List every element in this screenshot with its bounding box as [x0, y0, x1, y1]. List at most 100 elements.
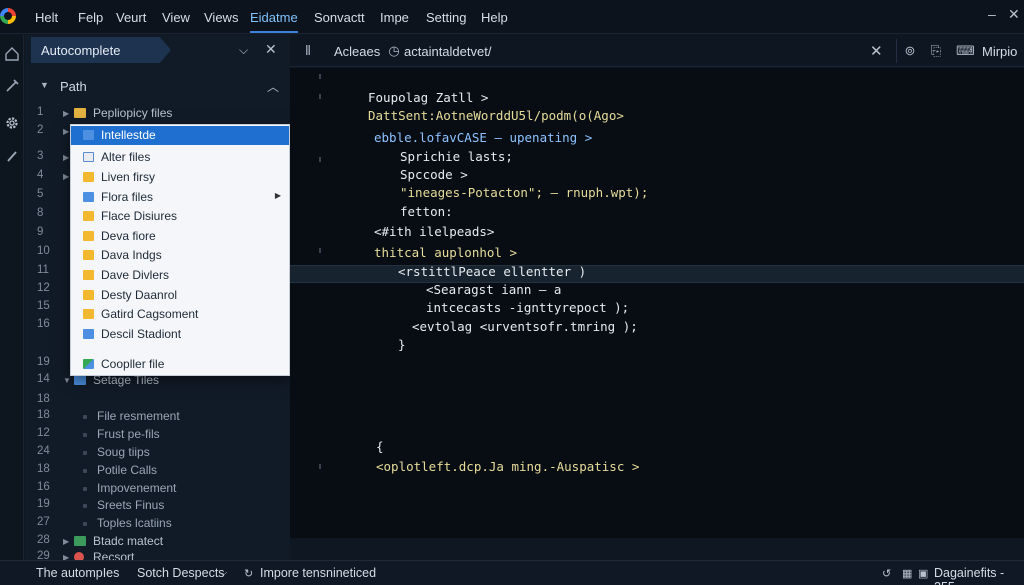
fold-mark — [319, 248, 321, 253]
close-window-icon[interactable]: ✕ — [1008, 6, 1020, 23]
menu-bar: Helt Felp Veurt View Views Eidatme Sonva… — [0, 0, 1024, 34]
fold-mark — [319, 94, 321, 99]
undo-icon[interactable]: ↺ — [882, 567, 894, 580]
dropdown-item-label: Flace Disiures — [101, 209, 178, 223]
editor-tab-bar: ⦀ Acleaes ◷ actaintaldetvet/ ✕ ⊚ ⎘ ⌨ Mir… — [290, 35, 1024, 67]
copy-icon[interactable]: ⎘ — [928, 43, 944, 59]
line-number: 8 — [37, 207, 44, 219]
tab-acleaes[interactable]: Acleaes — [334, 44, 380, 59]
dropdown-item[interactable]: Coopller file — [71, 355, 289, 374]
tree-label: Soug tiips — [97, 445, 150, 459]
line-number: 18 — [37, 409, 50, 421]
gear-icon[interactable] — [3, 114, 21, 132]
submenu-arrow-icon: ▶ — [274, 191, 281, 200]
folder-icon — [74, 375, 86, 385]
menu-eidatme[interactable]: Eidatme — [250, 10, 298, 33]
sync-icon: ↻ — [244, 568, 254, 580]
code-line: } — [398, 337, 406, 352]
tree-row[interactable]: 18 File resmement — [25, 409, 290, 426]
tree-row[interactable]: 27 Toples lcatiins — [25, 516, 290, 533]
path-section-header[interactable]: ▼ Path ︿ — [40, 77, 285, 97]
code-line: intcecasts -ignttyrepoct ); — [426, 300, 630, 315]
tree-row[interactable]: 18 Potile Calls — [25, 463, 290, 480]
tree-row[interactable]: 24 Soug tiips — [25, 445, 290, 462]
tree-label: Impovenement — [97, 481, 177, 495]
line-number: 18 — [37, 463, 50, 475]
line-number: 5 — [37, 188, 44, 200]
line-number: 11 — [37, 264, 49, 276]
clock-icon: ◷ — [388, 43, 400, 58]
settings-icon[interactable]: ⊚ — [902, 43, 918, 59]
brush-icon[interactable] — [3, 147, 21, 165]
line-number: 27 — [37, 516, 50, 528]
line-number: 3 — [37, 150, 44, 162]
line-number: 19 — [37, 356, 50, 368]
status-despects[interactable]: Sotch Despects — [137, 566, 225, 580]
autocomplete-dropdown: Intellestde Alter files Liven firsy Flor… — [70, 124, 290, 376]
pen-icon[interactable] — [3, 77, 21, 95]
dropdown-item[interactable]: Alter files — [71, 148, 289, 167]
dropdown-item-label: Desty Daanrol — [101, 288, 178, 302]
tree-label: Toples lcatiins — [97, 516, 172, 530]
caret-right-icon: ▶ — [63, 109, 70, 118]
minimize-icon[interactable]: – — [988, 6, 996, 22]
line-number: 1 — [37, 106, 44, 118]
status-autocomplete[interactable]: The autompIes — [36, 566, 119, 580]
dropdown-item[interactable]: Flace Disiures — [71, 207, 289, 226]
menu-sonvactt[interactable]: Sonvactt — [314, 10, 365, 25]
menu-felp[interactable]: Felp — [78, 10, 103, 25]
line-number: 28 — [37, 534, 50, 546]
close-icon[interactable]: ✕ — [265, 41, 277, 58]
tree-row[interactable]: 18 — [25, 393, 290, 410]
menu-help[interactable]: Help — [481, 10, 508, 25]
dropdown-item[interactable]: Dava Indgs — [71, 246, 289, 265]
dropdown-item-label: Deva fiore — [101, 229, 156, 243]
mirpio-label[interactable]: Mirpio — [982, 44, 1017, 59]
menu-veurt[interactable]: Veurt — [116, 10, 146, 25]
image-icon[interactable]: ▣ — [918, 567, 930, 580]
dropdown-item[interactable]: Intellestde — [71, 126, 289, 145]
menu-view[interactable]: View — [162, 10, 190, 25]
grid-icon[interactable]: ▦ — [902, 567, 914, 580]
dropdown-item[interactable]: Liven firsy — [71, 168, 289, 187]
chevron-down-icon[interactable]: ⌵ — [239, 43, 248, 58]
chevron-up-icon[interactable]: ︿ — [267, 78, 279, 95]
grip-icon: ⦀ — [305, 43, 311, 58]
dropdown-item-label: Dava Indgs — [101, 248, 162, 262]
chevron-down-icon[interactable]: ⌵ — [219, 567, 231, 579]
menu-setting[interactable]: Setting — [426, 10, 466, 25]
line-number: 4 — [37, 169, 44, 181]
keyboard-icon[interactable]: ⌨ — [956, 43, 975, 59]
dropdown-item[interactable]: Deva fiore — [71, 227, 289, 246]
fold-mark — [319, 74, 321, 79]
line-number: 19 — [37, 498, 50, 510]
folder-icon — [83, 172, 94, 182]
tab-path[interactable]: actaintaldetvet/ — [404, 44, 491, 59]
dropdown-item-label: Liven firsy — [101, 170, 156, 184]
menu-views[interactable]: Views — [204, 10, 238, 25]
tree-row[interactable]: 12 Frust pe-fils — [25, 427, 290, 444]
status-right: Dagainefits - 255 — [934, 566, 1005, 585]
tree-row[interactable]: 1 ▶ Pepliopicy files — [25, 106, 290, 123]
folder-icon — [83, 270, 94, 280]
autocomplete-tab[interactable]: Autocomplete — [31, 37, 171, 63]
dropdown-item[interactable]: Flora files ▶ — [71, 188, 289, 207]
tree-row[interactable]: 19 Sreets Finus — [25, 498, 290, 515]
code-editor[interactable]: Foupolag Zatll > DattSent:AotneWorddU5l/… — [290, 68, 1024, 538]
tree-row[interactable]: 28 ▶ Btadc matect — [25, 534, 290, 551]
compiler-file-icon — [83, 359, 94, 369]
dropdown-item[interactable]: Dave Divlers — [71, 266, 289, 285]
home-icon[interactable] — [3, 45, 21, 63]
dropdown-item[interactable]: Descil Stadiont — [71, 325, 289, 344]
menu-impe[interactable]: Impe — [380, 10, 409, 25]
code-line: <rstittlPeace ellentter ) — [398, 264, 587, 279]
folder-icon — [83, 329, 94, 339]
close-tab-icon[interactable]: ✕ — [870, 42, 883, 60]
tree-row[interactable]: 16 Impovenement — [25, 481, 290, 498]
dropdown-item[interactable]: Desty Daanrol — [71, 286, 289, 305]
menu-helt[interactable]: Helt — [35, 10, 58, 25]
fold-mark — [319, 464, 321, 469]
tree-label: Pepliopicy files — [93, 106, 173, 120]
code-line: { — [376, 439, 384, 454]
dropdown-item[interactable]: Gatird Cagsoment — [71, 305, 289, 324]
